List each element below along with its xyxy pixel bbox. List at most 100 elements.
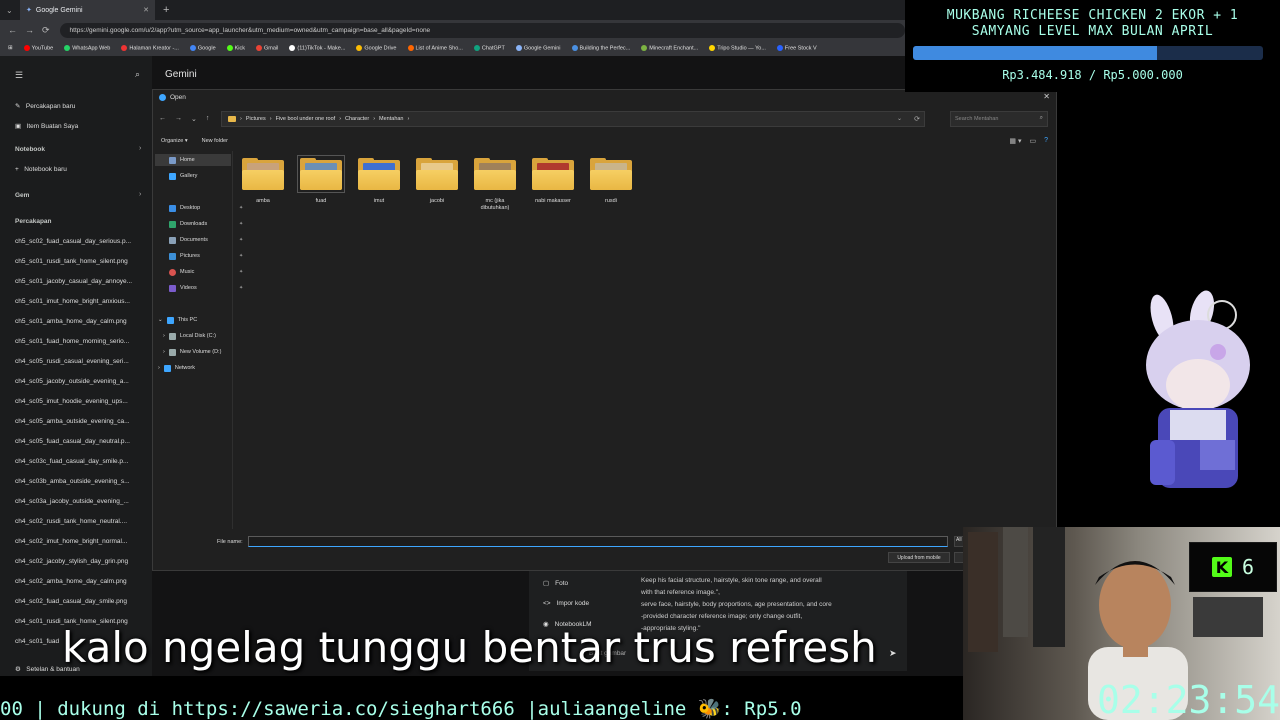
breadcrumb-item[interactable]: Pictures [246, 116, 266, 122]
send-icon[interactable]: ➤ [889, 648, 897, 659]
menu-item-photo[interactable]: ▢ Foto [543, 579, 568, 588]
bookmark-item[interactable]: Google Gemini [515, 44, 561, 51]
breadcrumb-item[interactable]: Character [345, 116, 369, 122]
nav-videos[interactable]: Videos ✦ [169, 282, 243, 294]
preview-pane-icon[interactable]: ▭ [1029, 137, 1036, 145]
url-field[interactable]: https://gemini.google.com/u/2/app?utm_so… [59, 22, 905, 38]
my-items-button[interactable]: ▣ Item Buatan Saya [15, 122, 78, 130]
chat-list-item[interactable]: ch4_sc03a_jacoby_outside_evening_... [15, 498, 129, 505]
folder-item[interactable]: nabi makasser [531, 158, 575, 212]
chat-list-item[interactable]: ch4_sc03c_fuad_casual_day_smile.p... [15, 458, 128, 465]
menu-icon[interactable]: ☰ [15, 70, 23, 81]
close-tab-icon[interactable]: ✕ [143, 6, 149, 14]
bookmark-apps-icon[interactable]: ⊞ [8, 45, 13, 51]
bookmark-item[interactable]: Building the Perfec... [571, 44, 630, 51]
chat-list-item[interactable]: ch4_sc02_rusdi_tank_home_neutral.... [15, 518, 127, 525]
chat-list-item[interactable]: ch5_sc01_amba_home_day_calm.png [15, 318, 127, 325]
bookmark-item[interactable]: List of Anime Sho... [407, 44, 463, 51]
nav-pictures[interactable]: Pictures ✦ [169, 250, 243, 262]
new-tab-icon[interactable]: + [163, 4, 169, 16]
nav-new-volume[interactable]: › New Volume (D:) [163, 346, 221, 358]
folder-item[interactable]: fuad [297, 155, 345, 212]
chat-list-item[interactable]: ch4_sc03b_amba_outside_evening_s... [15, 478, 130, 485]
nav-gallery[interactable]: Gallery [169, 170, 197, 182]
forward-icon[interactable]: → [175, 115, 182, 123]
folder-item[interactable]: amba [241, 158, 285, 212]
search-icon[interactable]: ⌕ [135, 69, 140, 80]
forward-icon[interactable]: → [25, 25, 34, 36]
nav-documents[interactable]: Documents ✦ [169, 234, 243, 246]
nav-local-disk[interactable]: › Local Disk (C:) [163, 330, 216, 342]
chat-list-item[interactable]: ch4_sc02_jacoby_stylish_day_grin.png [15, 558, 128, 565]
bookmark-item[interactable]: YouTube [23, 44, 53, 51]
refresh-icon[interactable]: ⟳ [914, 115, 920, 123]
folder-item[interactable]: mc (jika dibutuhkan) [473, 158, 517, 212]
chat-list-item[interactable]: ch5_sc01_jacoby_casual_day_annoye... [15, 278, 132, 285]
bookmark-item[interactable]: ChatGPT [473, 44, 505, 51]
chevron-right-icon[interactable]: › [139, 145, 141, 152]
chat-list-item[interactable]: ch4_sc01_fuad [15, 638, 59, 645]
pin-icon: ✦ [239, 237, 244, 243]
bookmark-item[interactable]: Google Drive [356, 44, 397, 51]
gem-header[interactable]: Gem [15, 192, 29, 199]
menu-item-import-code[interactable]: <> Impor kode [543, 600, 589, 607]
tab-search-icon[interactable]: ⌄ [6, 6, 13, 15]
search-input[interactable]: Search Mentahan ⌕ [950, 110, 1048, 127]
chat-list-item[interactable]: ch4_sc05_imut_hoodie_evening_ups... [15, 398, 128, 405]
chat-list-item[interactable]: ch4_sc02_imut_home_bright_normal... [15, 538, 127, 545]
browser-tab-bar: ⌄ ✦ Google Gemini ✕ + [0, 0, 905, 20]
tab-google-gemini[interactable]: ✦ Google Gemini ✕ [20, 0, 155, 20]
help-icon[interactable]: ? [1044, 137, 1048, 145]
folder-item[interactable]: jacobi [415, 158, 459, 212]
upload-from-mobile-button[interactable]: Upload from mobile [888, 552, 950, 563]
chat-list-item[interactable]: ch4_sc05_fuad_casual_day_neutral.p... [15, 438, 130, 445]
breadcrumb-item[interactable]: Mentahan [379, 116, 403, 122]
folder-item[interactable]: imut [357, 158, 401, 212]
nav-music[interactable]: Music ✦ [169, 266, 243, 278]
chat-list-item[interactable]: ch5_sc02_fuad_casual_day_serious.p... [15, 238, 131, 245]
bookmark-item[interactable]: Free Stock V [776, 44, 817, 51]
chat-list-item[interactable]: ch5_sc01_imut_home_bright_anxious... [15, 298, 130, 305]
back-icon[interactable]: ← [159, 115, 166, 123]
chat-list-item[interactable]: ch4_sc02_fuad_casual_day_smile.png [15, 598, 127, 605]
reload-icon[interactable]: ⟳ [42, 25, 50, 36]
donation-ticker: 00 | dukung di https://saweria.co/siegha… [0, 698, 802, 720]
file-name-input[interactable] [248, 536, 948, 547]
bookmark-item[interactable]: WhatsApp Web [64, 44, 110, 51]
breadcrumb[interactable]: › Pictures › Five bool under one roof › … [221, 110, 925, 127]
chat-list-item[interactable]: ch5_sc01_fuad_home_morning_serio... [15, 338, 129, 345]
bookmark-item[interactable]: Minecraft Enchant... [641, 44, 698, 51]
close-icon[interactable]: ✕ [1043, 92, 1050, 101]
bookmark-item[interactable]: Tripo Studio — Yo... [709, 44, 766, 51]
nav-this-pc[interactable]: ⌄ This PC [158, 314, 197, 326]
chevron-down-icon[interactable]: ⌄ [897, 115, 902, 122]
new-folder-button[interactable]: New folder [202, 138, 228, 144]
folder-item[interactable]: rusdi [589, 158, 633, 212]
bookmark-item[interactable]: Kick [226, 44, 245, 51]
chat-list-item[interactable]: ch4_sc05_amba_outside_evening_ca... [15, 418, 130, 425]
view-options-icon[interactable]: ▦ ▾ [1009, 137, 1021, 145]
organize-button[interactable]: Organize ▾ [161, 138, 188, 144]
chat-list-item[interactable]: ch4_sc05_rusdi_casual_evening_seri... [15, 358, 129, 365]
nav-network[interactable]: › Network [158, 362, 195, 374]
chats-header: Percakapan [15, 218, 52, 225]
bookmark-item[interactable]: (11)TikTok - Make... [289, 44, 345, 51]
breadcrumb-item[interactable]: Five bool under one roof [276, 116, 336, 122]
up-icon[interactable]: ↑ [206, 115, 210, 123]
recent-icon[interactable]: ⌄ [191, 115, 197, 123]
chat-list-item[interactable]: ch4_sc05_jacoby_outside_evening_a... [15, 378, 129, 385]
bookmark-item[interactable]: Google [189, 44, 216, 51]
nav-home[interactable]: Home [155, 154, 231, 166]
bookmark-item[interactable]: Gmail [256, 44, 278, 51]
back-icon[interactable]: ← [8, 25, 17, 36]
new-notebook-button[interactable]: + Notebook baru [15, 166, 67, 173]
notebook-header[interactable]: Notebook [15, 146, 45, 153]
new-chat-button[interactable]: ✎ Percakapan baru [15, 102, 75, 110]
viewer-count: 6 [1241, 555, 1255, 579]
chevron-right-icon[interactable]: › [139, 191, 141, 198]
chat-list-item[interactable]: ch4_sc02_amba_home_day_calm.png [15, 578, 127, 585]
chat-list-item[interactable]: ch5_sc01_rusdi_tank_home_silent.png [15, 258, 128, 265]
nav-downloads[interactable]: Downloads ✦ [169, 218, 243, 230]
bookmark-item[interactable]: Halaman Kreator -... [121, 44, 179, 51]
nav-desktop[interactable]: Desktop ✦ [169, 202, 243, 214]
